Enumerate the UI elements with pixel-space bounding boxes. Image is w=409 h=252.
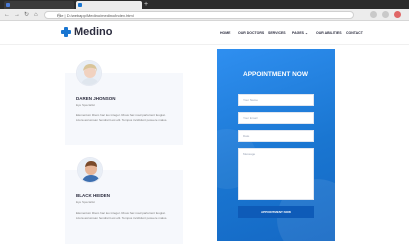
message-textarea[interactable]: Message [238,148,314,200]
doctor-avatar [76,60,102,86]
nav-pages[interactable]: PAGES ⌄ [292,30,308,36]
back-icon[interactable]: ← [4,11,10,19]
bookmark-icon[interactable] [370,11,377,18]
address-bar[interactable]: ⓘ File | D:/webapp/Medino/medino/index.h… [44,11,354,19]
appointment-title: APPOINTMENT NOW [243,71,308,78]
forward-icon[interactable]: → [14,11,20,19]
email-input[interactable]: Your Email [238,112,314,124]
tab-favicon-icon [6,3,10,7]
doctor-description: Elementum libero hac leo integer. Risus … [76,113,168,122]
profile-icon[interactable] [394,11,401,18]
reload-icon[interactable]: ↻ [24,11,29,19]
doctor-name: BLACK HEIDEN [76,193,111,198]
browser-tab-active[interactable] [76,1,142,9]
new-tab-button[interactable]: + [144,1,148,8]
nav-services[interactable]: SERVICES [268,30,286,36]
email-placeholder: Your Email [243,116,258,120]
date-placeholder: Date [243,134,250,138]
page-body [0,46,409,252]
browser-toolbar: ← → ↻ ⌂ ⓘ File | D:/webapp/Medino/medino… [0,9,409,21]
browser-tab-bar: + [0,0,409,9]
nav-our-doctors[interactable]: OUR DOCTORS [238,30,264,36]
appointment-form: APPOINTMENT NOW Your Name Your Email Dat… [217,49,335,241]
nav-contact[interactable]: CONTACT [346,30,363,36]
name-placeholder: Your Name [243,98,258,102]
nav-home[interactable]: HOME [220,30,231,36]
tab-favicon-icon [78,3,82,7]
doctor-avatar [77,157,103,183]
address-url: File | D:/webapp/Medino/medino/index.htm… [57,13,134,18]
message-placeholder: Message [243,152,256,156]
name-input[interactable]: Your Name [238,94,314,106]
doctor-role: Eye Specialist [76,200,95,204]
home-icon[interactable]: ⌂ [34,11,38,19]
nav-our-abilities[interactable]: OUR ABILITIES [316,30,342,36]
medical-cross-icon [61,27,71,37]
date-input[interactable]: Date [238,130,314,142]
site-logo[interactable]: Medino [74,25,113,39]
doctor-description: Elementum libero hac leo integer. Risus … [76,211,168,220]
extension-icon[interactable] [382,11,389,18]
doctor-name: DAREN JHONSON [76,96,116,101]
appointment-submit-button[interactable]: APPOINTMENT NOW [238,206,314,218]
doctor-role: Eye Specialist [76,103,95,107]
browser-tab[interactable] [4,1,74,9]
